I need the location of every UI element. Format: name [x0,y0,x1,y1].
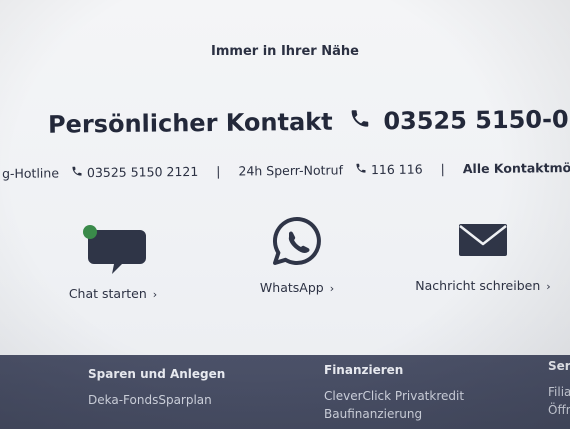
chat-bubble-icon [83,225,146,274]
separator: | [216,163,221,179]
contact-headline: Persönlicher Kontakt 03525 5150-0 [48,105,569,138]
footer-heading: Finanzieren [324,363,404,377]
sperr-notruf-phone-link[interactable]: 116 116 [371,162,423,178]
chat-start-label: Chat starten [68,286,147,301]
envelope-icon [459,224,507,256]
whatsapp-button[interactable]: WhatsApp › [212,214,382,295]
phone-icon [347,107,373,135]
footer-link[interactable]: Deka-FondsSparplan [88,393,225,407]
footer-column-service: Ser Filia Öffn [548,359,570,421]
chevron-right-icon: › [546,280,551,293]
whatsapp-label: WhatsApp [259,280,324,295]
footer-column-savings: Sparen und Anlegen Deka-FondsSparplan [88,367,225,411]
phone-icon [71,165,87,180]
chevron-right-icon: › [152,288,158,301]
chat-start-button[interactable]: Chat starten › [28,220,198,301]
all-contacts-link[interactable]: Alle Kontaktmö [463,160,570,176]
whatsapp-icon [273,216,321,265]
headline-phone-link[interactable]: 03525 5150-0 [383,105,569,135]
phone-icon [355,162,371,177]
chevron-right-icon: › [329,282,335,295]
site-footer: Sparen und Anlegen Deka-FondsSparplan Fi… [0,355,570,429]
section-eyebrow: Immer in Ihrer Nähe [211,44,359,59]
sperr-notruf-label: 24h Sperr-Notruf [238,162,344,179]
footer-heading: Ser [548,359,570,373]
hotline-phone-link[interactable]: 03525 5150 2121 [87,164,198,180]
footer-link[interactable]: Baufinanzierung [324,407,464,421]
write-message-button[interactable]: Nachricht schreiben › [398,212,568,293]
footer-link[interactable]: CleverClick Privatkredit [324,389,464,403]
write-message-label: Nachricht schreiben [415,278,541,293]
footer-column-financing: Finanzieren CleverClick Privatkredit Bau… [324,363,464,425]
hotline-label: g-Hotline [1,165,60,181]
separator: | [440,161,445,177]
footer-link[interactable]: Öffn [548,403,570,417]
footer-heading: Sparen und Anlegen [88,367,226,381]
headline-text: Persönlicher Kontakt [47,107,333,139]
footer-link[interactable]: Filia [548,385,570,399]
